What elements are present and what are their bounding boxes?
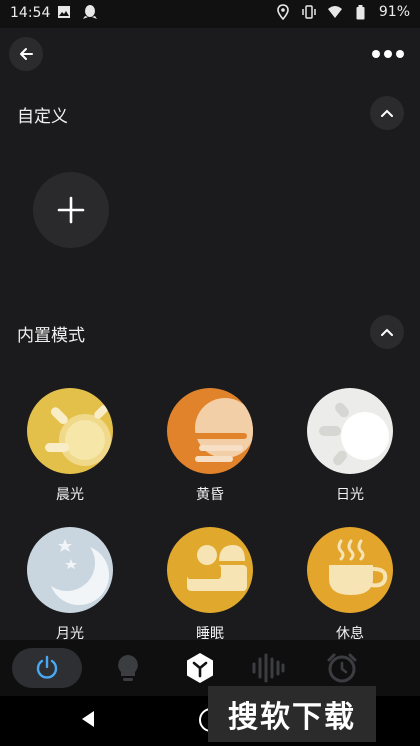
vibrate-icon [301, 4, 317, 20]
dusk-icon [167, 388, 253, 474]
scene-hexagon-icon [187, 653, 213, 683]
mode-morning[interactable]: 晨光 [25, 388, 115, 504]
collapse-custom-button[interactable] [370, 96, 404, 130]
music-bars-icon [252, 653, 285, 683]
battery-icon [353, 4, 369, 20]
status-bar: 14:54 91% [0, 0, 420, 28]
nav-scene[interactable] [168, 648, 232, 688]
more-dots-icon [372, 50, 404, 58]
mode-moonlight[interactable]: 月光 [25, 527, 115, 643]
watermark: 搜软下载 [208, 686, 376, 742]
mode-label: 晨光 [56, 487, 84, 503]
nav-power[interactable] [12, 648, 82, 688]
power-icon [36, 655, 58, 679]
nav-music[interactable] [236, 648, 300, 688]
bulb-icon [118, 655, 138, 681]
wifi-icon [327, 4, 343, 20]
rest-cup-icon [307, 527, 393, 613]
qq-icon [82, 4, 98, 20]
system-back-icon[interactable] [80, 710, 96, 728]
nav-alarm[interactable] [310, 648, 374, 688]
plus-icon [57, 196, 85, 224]
section-title-custom: 自定义 [17, 107, 68, 127]
add-custom-mode-button[interactable] [33, 172, 109, 248]
sleep-bed-icon [167, 527, 253, 613]
back-arrow-icon [20, 48, 33, 60]
mode-label: 黄昏 [196, 487, 224, 503]
chevron-up-icon [381, 109, 393, 117]
mode-label: 日光 [336, 487, 364, 503]
chevron-up-icon [381, 328, 393, 336]
status-time: 14:54 [10, 5, 51, 21]
back-button[interactable] [9, 37, 43, 71]
mode-rest[interactable]: 休息 [305, 527, 395, 643]
mode-dusk[interactable]: 黄昏 [165, 388, 255, 504]
daylight-icon [307, 388, 393, 474]
alarm-clock-icon [327, 653, 357, 683]
section-title-builtin: 内置模式 [17, 326, 85, 346]
collapse-builtin-button[interactable] [370, 315, 404, 349]
morning-sun-icon [27, 388, 113, 474]
nav-bulb[interactable] [96, 648, 160, 688]
mode-sleep[interactable]: 睡眠 [165, 527, 255, 643]
moonlight-icon [27, 527, 113, 613]
location-icon [275, 4, 291, 20]
battery-percent: 91% [378, 4, 410, 20]
mode-daylight[interactable]: 日光 [305, 388, 395, 504]
more-button[interactable] [368, 42, 408, 66]
image-icon [56, 4, 72, 20]
